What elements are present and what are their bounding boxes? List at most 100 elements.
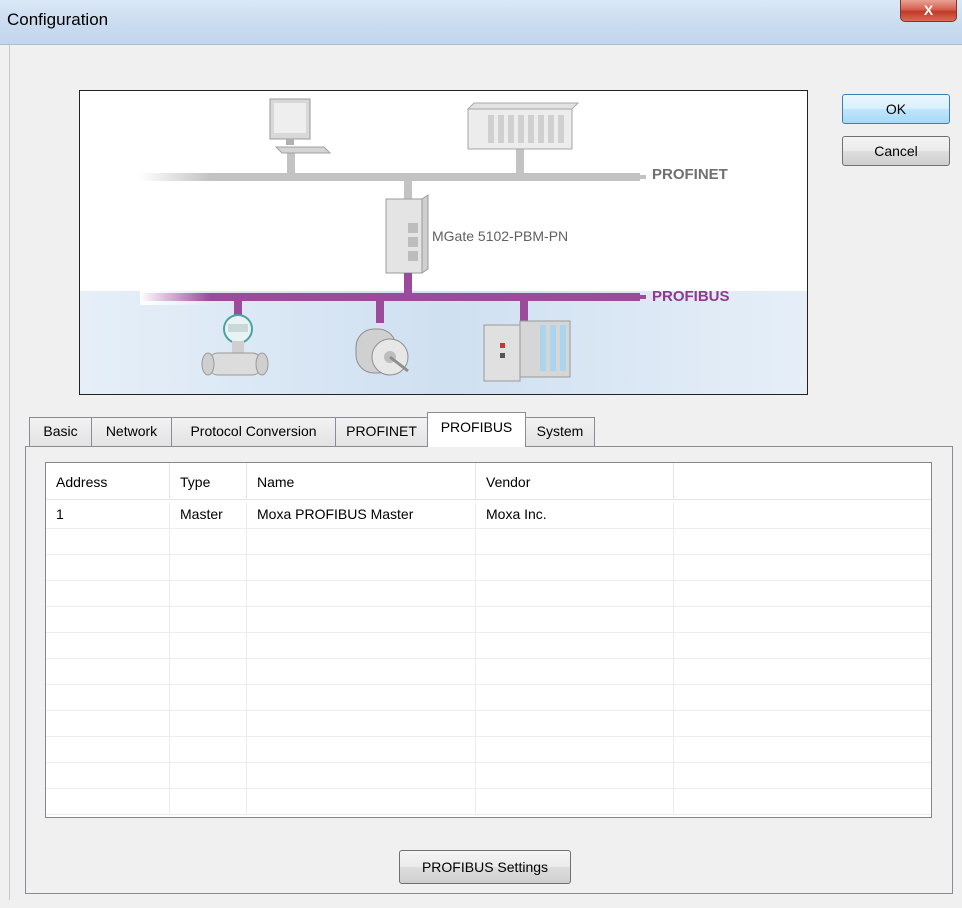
table-cell: [46, 555, 170, 581]
table-cell: Moxa Inc.: [476, 503, 674, 529]
column-header-blank[interactable]: [674, 463, 931, 499]
table-cell: [674, 581, 931, 607]
table-row[interactable]: [46, 737, 931, 763]
table-row[interactable]: [46, 633, 931, 659]
table-cell: [476, 659, 674, 685]
ok-button[interactable]: OK: [842, 94, 950, 124]
table-cell: [170, 555, 247, 581]
table-cell: [476, 633, 674, 659]
table-cell: [46, 633, 170, 659]
table-cell: [46, 685, 170, 711]
table-cell: [247, 737, 476, 763]
table-cell: [247, 659, 476, 685]
table-cell: [247, 633, 476, 659]
remote-io-icon: [483, 320, 571, 382]
table-cell: [46, 607, 170, 633]
gateway-device-icon: [385, 194, 429, 274]
table-cell: [46, 789, 170, 815]
table-row[interactable]: [46, 763, 931, 789]
table-cell: [247, 529, 476, 555]
table-cell: [170, 711, 247, 737]
table-cell: [46, 529, 170, 555]
profinet-bus-line: [140, 173, 640, 181]
table-cell: [674, 789, 931, 815]
configuration-dialog: Configuration X PROFINET MGate 5102-PBM-…: [0, 0, 962, 908]
table-cell: [170, 529, 247, 555]
table-cell: [674, 529, 931, 555]
column-header-type[interactable]: Type: [170, 463, 247, 499]
table-cell: [247, 711, 476, 737]
table-cell: [476, 685, 674, 711]
table-cell: [674, 711, 931, 737]
tab-profinet[interactable]: PROFINET: [335, 417, 428, 446]
table-cell: [247, 789, 476, 815]
table-cell: [247, 763, 476, 789]
profibus-device-list[interactable]: Address Type Name Vendor 1 Master Moxa PRO…: [45, 462, 932, 818]
tab-protocol-conversion[interactable]: Protocol Conversion: [171, 417, 336, 446]
column-header-name[interactable]: Name: [247, 463, 476, 499]
profibus-zone: [80, 291, 807, 394]
table-row[interactable]: [46, 529, 931, 555]
table-cell: 1: [46, 503, 170, 529]
table-cell: [170, 607, 247, 633]
table-cell: [247, 581, 476, 607]
table-row[interactable]: [46, 581, 931, 607]
table-cell: [476, 763, 674, 789]
table-cell: [476, 737, 674, 763]
table-row[interactable]: [46, 555, 931, 581]
table-row[interactable]: [46, 789, 931, 815]
table-cell: [476, 581, 674, 607]
table-cell: [170, 685, 247, 711]
table-cell: [476, 711, 674, 737]
tab-profibus[interactable]: PROFIBUS: [427, 412, 526, 447]
table-cell: [170, 659, 247, 685]
column-header-vendor[interactable]: Vendor: [476, 463, 674, 499]
table-cell: [674, 763, 931, 789]
table-cell: [476, 607, 674, 633]
table-cell: [674, 503, 931, 529]
table-cell: [674, 607, 931, 633]
window-title: Configuration: [7, 10, 109, 29]
table-cell: [674, 555, 931, 581]
table-cell: [46, 711, 170, 737]
table-cell: [46, 581, 170, 607]
tab-network[interactable]: Network: [91, 417, 172, 446]
table-cell: [476, 529, 674, 555]
tab-system[interactable]: System: [525, 417, 595, 446]
table-cell: Moxa PROFIBUS Master: [247, 503, 476, 529]
table-cell: [170, 763, 247, 789]
table-row[interactable]: [46, 685, 931, 711]
profibus-settings-button[interactable]: PROFIBUS Settings: [399, 850, 571, 884]
tab-basic[interactable]: Basic: [29, 417, 92, 446]
table-cell: [170, 789, 247, 815]
table-cell: [170, 633, 247, 659]
plc-rack-icon: [466, 102, 580, 150]
profibus-label: PROFIBUS: [652, 288, 730, 305]
column-header-address[interactable]: Address: [46, 463, 170, 499]
close-icon: X: [923, 2, 934, 18]
close-button[interactable]: X: [900, 0, 957, 22]
table-row[interactable]: [46, 659, 931, 685]
table-row[interactable]: [46, 607, 931, 633]
table-cell: [46, 659, 170, 685]
table-cell: [674, 737, 931, 763]
table-row[interactable]: 1 Master Moxa PROFIBUS Master Moxa Inc.: [46, 503, 931, 529]
table-cell: Master: [170, 503, 247, 529]
table-cell: [247, 685, 476, 711]
list-header: Address Type Name Vendor: [46, 463, 931, 500]
table-cell: [476, 555, 674, 581]
table-cell: [170, 737, 247, 763]
network-diagram: PROFINET MGate 5102-PBM-PN PROFIBUS: [79, 90, 808, 395]
table-cell: [46, 763, 170, 789]
table-cell: [674, 685, 931, 711]
table-row[interactable]: [46, 711, 931, 737]
profibus-bus-line: [140, 293, 640, 301]
profinet-label: PROFINET: [652, 166, 728, 183]
cancel-button[interactable]: Cancel: [842, 136, 950, 166]
table-cell: [46, 737, 170, 763]
table-cell: [476, 789, 674, 815]
table-cell: [247, 607, 476, 633]
title-bar[interactable]: Configuration X: [0, 0, 962, 45]
pc-icon: [269, 98, 332, 154]
table-cell: [247, 555, 476, 581]
